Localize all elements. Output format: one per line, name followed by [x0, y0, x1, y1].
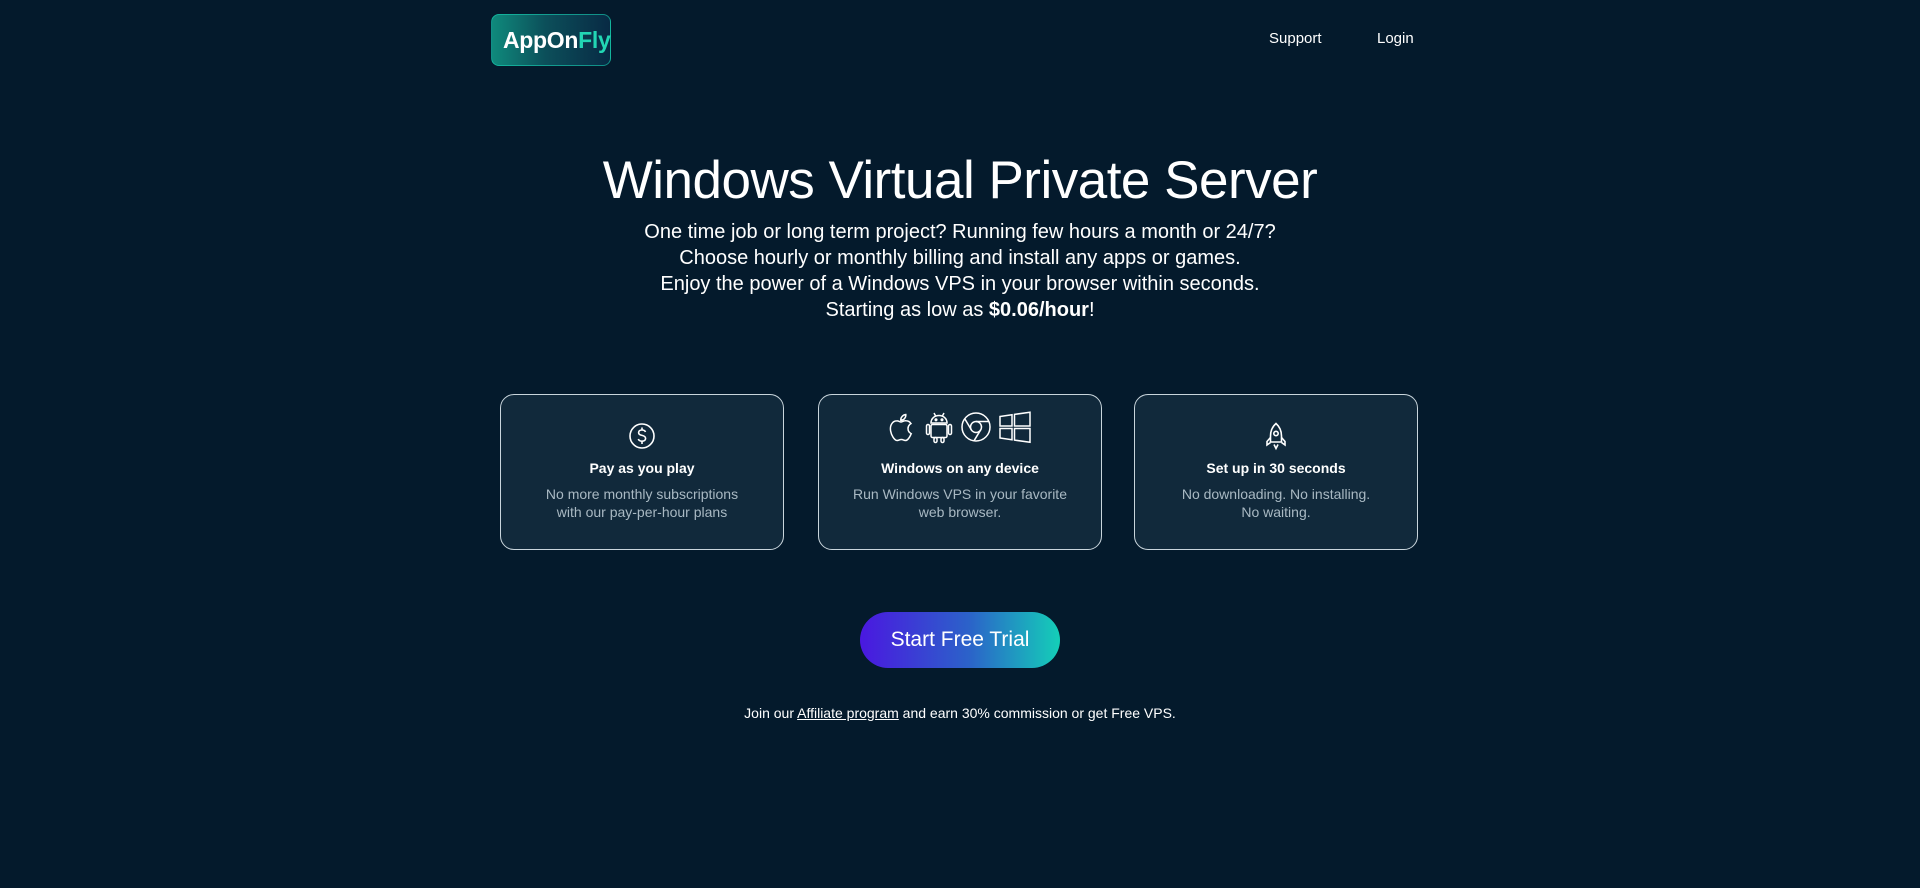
price-suffix: ! [1088, 299, 1095, 321]
page-title: Windows Virtual Private Server [602, 151, 1318, 210]
feature-title: Windows on any device [881, 460, 1039, 476]
logo-text-app: AppOn [503, 26, 579, 53]
feature-desc-line-1: No more monthly subscriptions [545, 486, 739, 502]
feature-desc-line-2: web browser. [918, 504, 1002, 520]
affiliate-text: Join our Affiliate program and earn 30% … [0, 705, 1920, 721]
apple-icon [889, 413, 913, 442]
feature-desc-line-1: Run Windows VPS in your favorite [853, 486, 1067, 502]
hero-subtitle: One time job or long term project? Runni… [0, 219, 1920, 323]
hero-line-1: One time job or long term project? Runni… [644, 221, 1276, 243]
chrome-icon [961, 412, 991, 442]
affiliate-suffix: and earn 30% commission or get Free VPS. [898, 705, 1176, 721]
feature-description: Run Windows VPS in your favorite web bro… [841, 485, 1079, 521]
feature-description: No downloading. No installing. No waitin… [1157, 485, 1395, 521]
price-value: $0.06/hour [988, 299, 1089, 321]
start-free-trial-button[interactable]: Start Free Trial [860, 612, 1060, 668]
feature-desc-line-1: No downloading. No installing. [1181, 486, 1371, 502]
rocket-icon [1266, 422, 1286, 451]
feature-title: Pay as you play [589, 460, 695, 476]
site-header: AppOn Fly Support Login [0, 0, 1920, 80]
android-icon [925, 412, 953, 444]
hero-line-3: Enjoy the power of a Windows VPS in your… [660, 273, 1260, 295]
logo[interactable]: AppOn Fly [491, 14, 611, 66]
hero-line-2: Choose hourly or monthly billing and ins… [679, 247, 1241, 269]
feature-title: Set up in 30 seconds [1206, 460, 1346, 476]
nav-login-link[interactable]: Login [1377, 30, 1414, 47]
feature-card-windows-any-device: Windows on any device Run Windows VPS in… [818, 394, 1102, 550]
feature-desc-line-2: with our pay-per-hour plans [556, 504, 728, 520]
feature-card-setup-30-seconds: Set up in 30 seconds No downloading. No … [1134, 394, 1418, 550]
affiliate-program-link[interactable]: Affiliate program [797, 705, 899, 721]
hero-line-4: Starting as low as $0.06/hour! [0, 297, 1920, 323]
dollar-circle-icon [629, 423, 655, 449]
price-prefix: Starting as low as [825, 299, 989, 321]
affiliate-prefix: Join our [744, 705, 798, 721]
nav-support-link[interactable]: Support [1269, 30, 1322, 47]
windows-icon [999, 411, 1031, 444]
feature-desc-line-2: No waiting. [1241, 504, 1311, 520]
feature-description: No more monthly subscriptions with our p… [523, 485, 761, 521]
logo-text-fly: Fly [578, 26, 611, 53]
feature-card-pay-as-you-play: Pay as you play No more monthly subscrip… [500, 394, 784, 550]
